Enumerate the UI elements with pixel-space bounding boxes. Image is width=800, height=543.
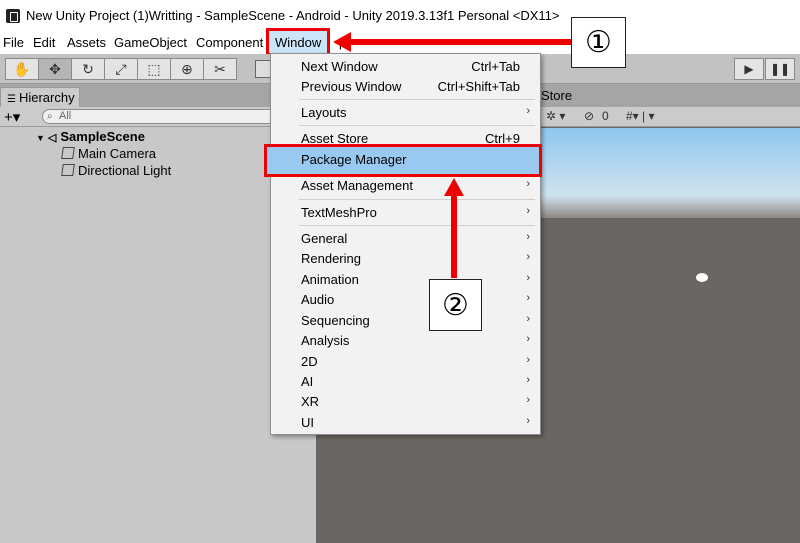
search-placeholder: All [59,110,72,122]
menu-window[interactable]: Window [275,35,321,50]
gameobject-icon [61,164,75,176]
menu-file[interactable]: File [3,35,24,50]
menu-item-textmeshpro[interactable]: TextMeshPro [301,205,377,220]
window-title: New Unity Project (1)Writting - SampleSc… [26,8,560,23]
menu-item-asset-management[interactable]: Asset Management [301,178,413,193]
menu-separator [299,225,535,226]
scale-icon: ⤢ [115,60,127,77]
search-icon: ⌕ [47,111,53,122]
menu-item-general[interactable]: General [301,231,347,246]
step-1-badge: ① [571,17,626,68]
hand-icon: ✋ [13,60,31,77]
custom-tool-button[interactable]: ✂ [203,58,237,80]
transform-tool-button[interactable]: ⊕ [170,58,204,80]
menu-item-2d[interactable]: 2D [301,354,318,369]
submenu-arrow-icon: › [526,415,530,427]
unity-logo-icon [6,9,20,23]
menu-item-analysis[interactable]: Analysis [301,333,349,348]
menu-separator [299,125,535,126]
effects-icon[interactable]: ✲ ▾ [546,109,565,123]
submenu-arrow-icon: › [526,178,530,190]
list-item[interactable]: Directional Light [61,163,172,178]
move-icon: ✥ [49,60,61,77]
pause-icon: ❚❚ [769,62,791,76]
menu-item-package-manager[interactable]: Package Manager [301,152,407,167]
play-icon: ▶ [744,62,754,76]
menu-item-xr[interactable]: XR [301,394,319,409]
play-button[interactable]: ▶ [734,58,764,80]
expand-arrow-icon[interactable]: ▼ [36,133,45,143]
title-bar: New Unity Project (1)Writting - SampleSc… [0,0,800,32]
gameobject-name: Directional Light [78,163,172,178]
submenu-arrow-icon: › [526,272,530,284]
scene-icon: ◁ [47,132,57,144]
annotation-arrowhead-step2 [444,178,464,196]
submenu-arrow-icon: › [526,313,530,325]
menu-separator [299,99,535,100]
hierarchy-tree: ▼ ◁ SampleScene Main Camera Directional Li… [0,128,316,543]
window-menu-dropdown: Next Window Ctrl+Tab Previous Window Ctr… [270,53,541,435]
menu-item-audio[interactable]: Audio [301,292,334,307]
menu-assets[interactable]: Assets [67,35,106,50]
hierarchy-tab-label: Hierarchy [18,90,75,105]
menu-item-previous-window[interactable]: Previous Window [301,79,401,94]
create-button[interactable]: +▾ [4,108,20,126]
hierarchy-search-input[interactable]: ⌕ All [42,109,302,124]
menu-gameobject[interactable]: GameObject [114,35,187,50]
menu-item-layouts[interactable]: Layouts [301,105,347,120]
submenu-arrow-icon: › [526,292,530,304]
rotate-tool-button[interactable]: ↻ [71,58,105,80]
tab-hierarchy[interactable]: ☰ Hierarchy [0,87,80,107]
gameobject-name: Main Camera [78,146,157,161]
submenu-arrow-icon: › [526,333,530,345]
step-2-badge: ② [429,279,482,331]
menu-item-ui[interactable]: UI [301,415,314,430]
rect-icon: ⬚ [147,60,161,77]
annotation-arrow-step1 [349,39,571,45]
submenu-arrow-icon: › [526,205,530,217]
pivot-toggle-icon[interactable] [255,60,271,78]
submenu-arrow-icon: › [526,374,530,386]
scale-tool-button[interactable]: ⤢ [104,58,138,80]
hidden-objects-icon[interactable]: ⊘ [584,109,594,123]
custom-tool-icon: ✂ [214,60,226,77]
gizmos-icon[interactable]: #▾ | ▾ [626,109,655,123]
gameobject-icon [61,147,75,159]
menu-item-rendering[interactable]: Rendering [301,251,361,266]
menu-separator [299,199,535,200]
menu-edit[interactable]: Edit [33,35,55,50]
hierarchy-toolbar: +▾ ⌕ All [0,107,316,127]
gizmo-count: 0 [602,109,609,123]
shortcut-label: Ctrl+Shift+Tab [437,79,520,94]
menu-item-animation[interactable]: Animation [301,272,359,287]
rect-tool-button[interactable]: ⬚ [137,58,171,80]
pause-button[interactable]: ❚❚ [765,58,795,80]
menu-item-next-window[interactable]: Next Window [301,59,378,74]
transform-tools: ✋ ✥ ↻ ⤢ ⬚ ⊕ ✂ [5,58,237,80]
hand-tool-button[interactable]: ✋ [5,58,39,80]
submenu-arrow-icon: › [526,394,530,406]
shortcut-label: Ctrl+Tab [471,59,520,74]
annotation-arrowhead-step1 [333,32,351,52]
scene-row[interactable]: ▼ ◁ SampleScene [36,129,145,144]
transform-icon: ⊕ [181,60,193,77]
submenu-arrow-icon: › [526,105,530,117]
menu-item-ai[interactable]: AI [301,374,313,389]
submenu-arrow-icon: › [526,354,530,366]
list-icon: ☰ [7,94,16,105]
move-tool-button[interactable]: ✥ [38,58,72,80]
submenu-arrow-icon: › [526,251,530,263]
annotation-arrow-step2 [451,194,457,278]
submenu-arrow-icon: › [526,231,530,243]
tab-asset-store[interactable]: Store [541,88,572,103]
scene-name: SampleScene [60,129,145,144]
menu-component[interactable]: Component [196,35,263,50]
rotate-icon: ↻ [82,60,94,77]
menu-item-sequencing[interactable]: Sequencing [301,313,370,328]
light-gizmo-icon[interactable] [696,273,708,282]
list-item[interactable]: Main Camera [61,146,157,161]
